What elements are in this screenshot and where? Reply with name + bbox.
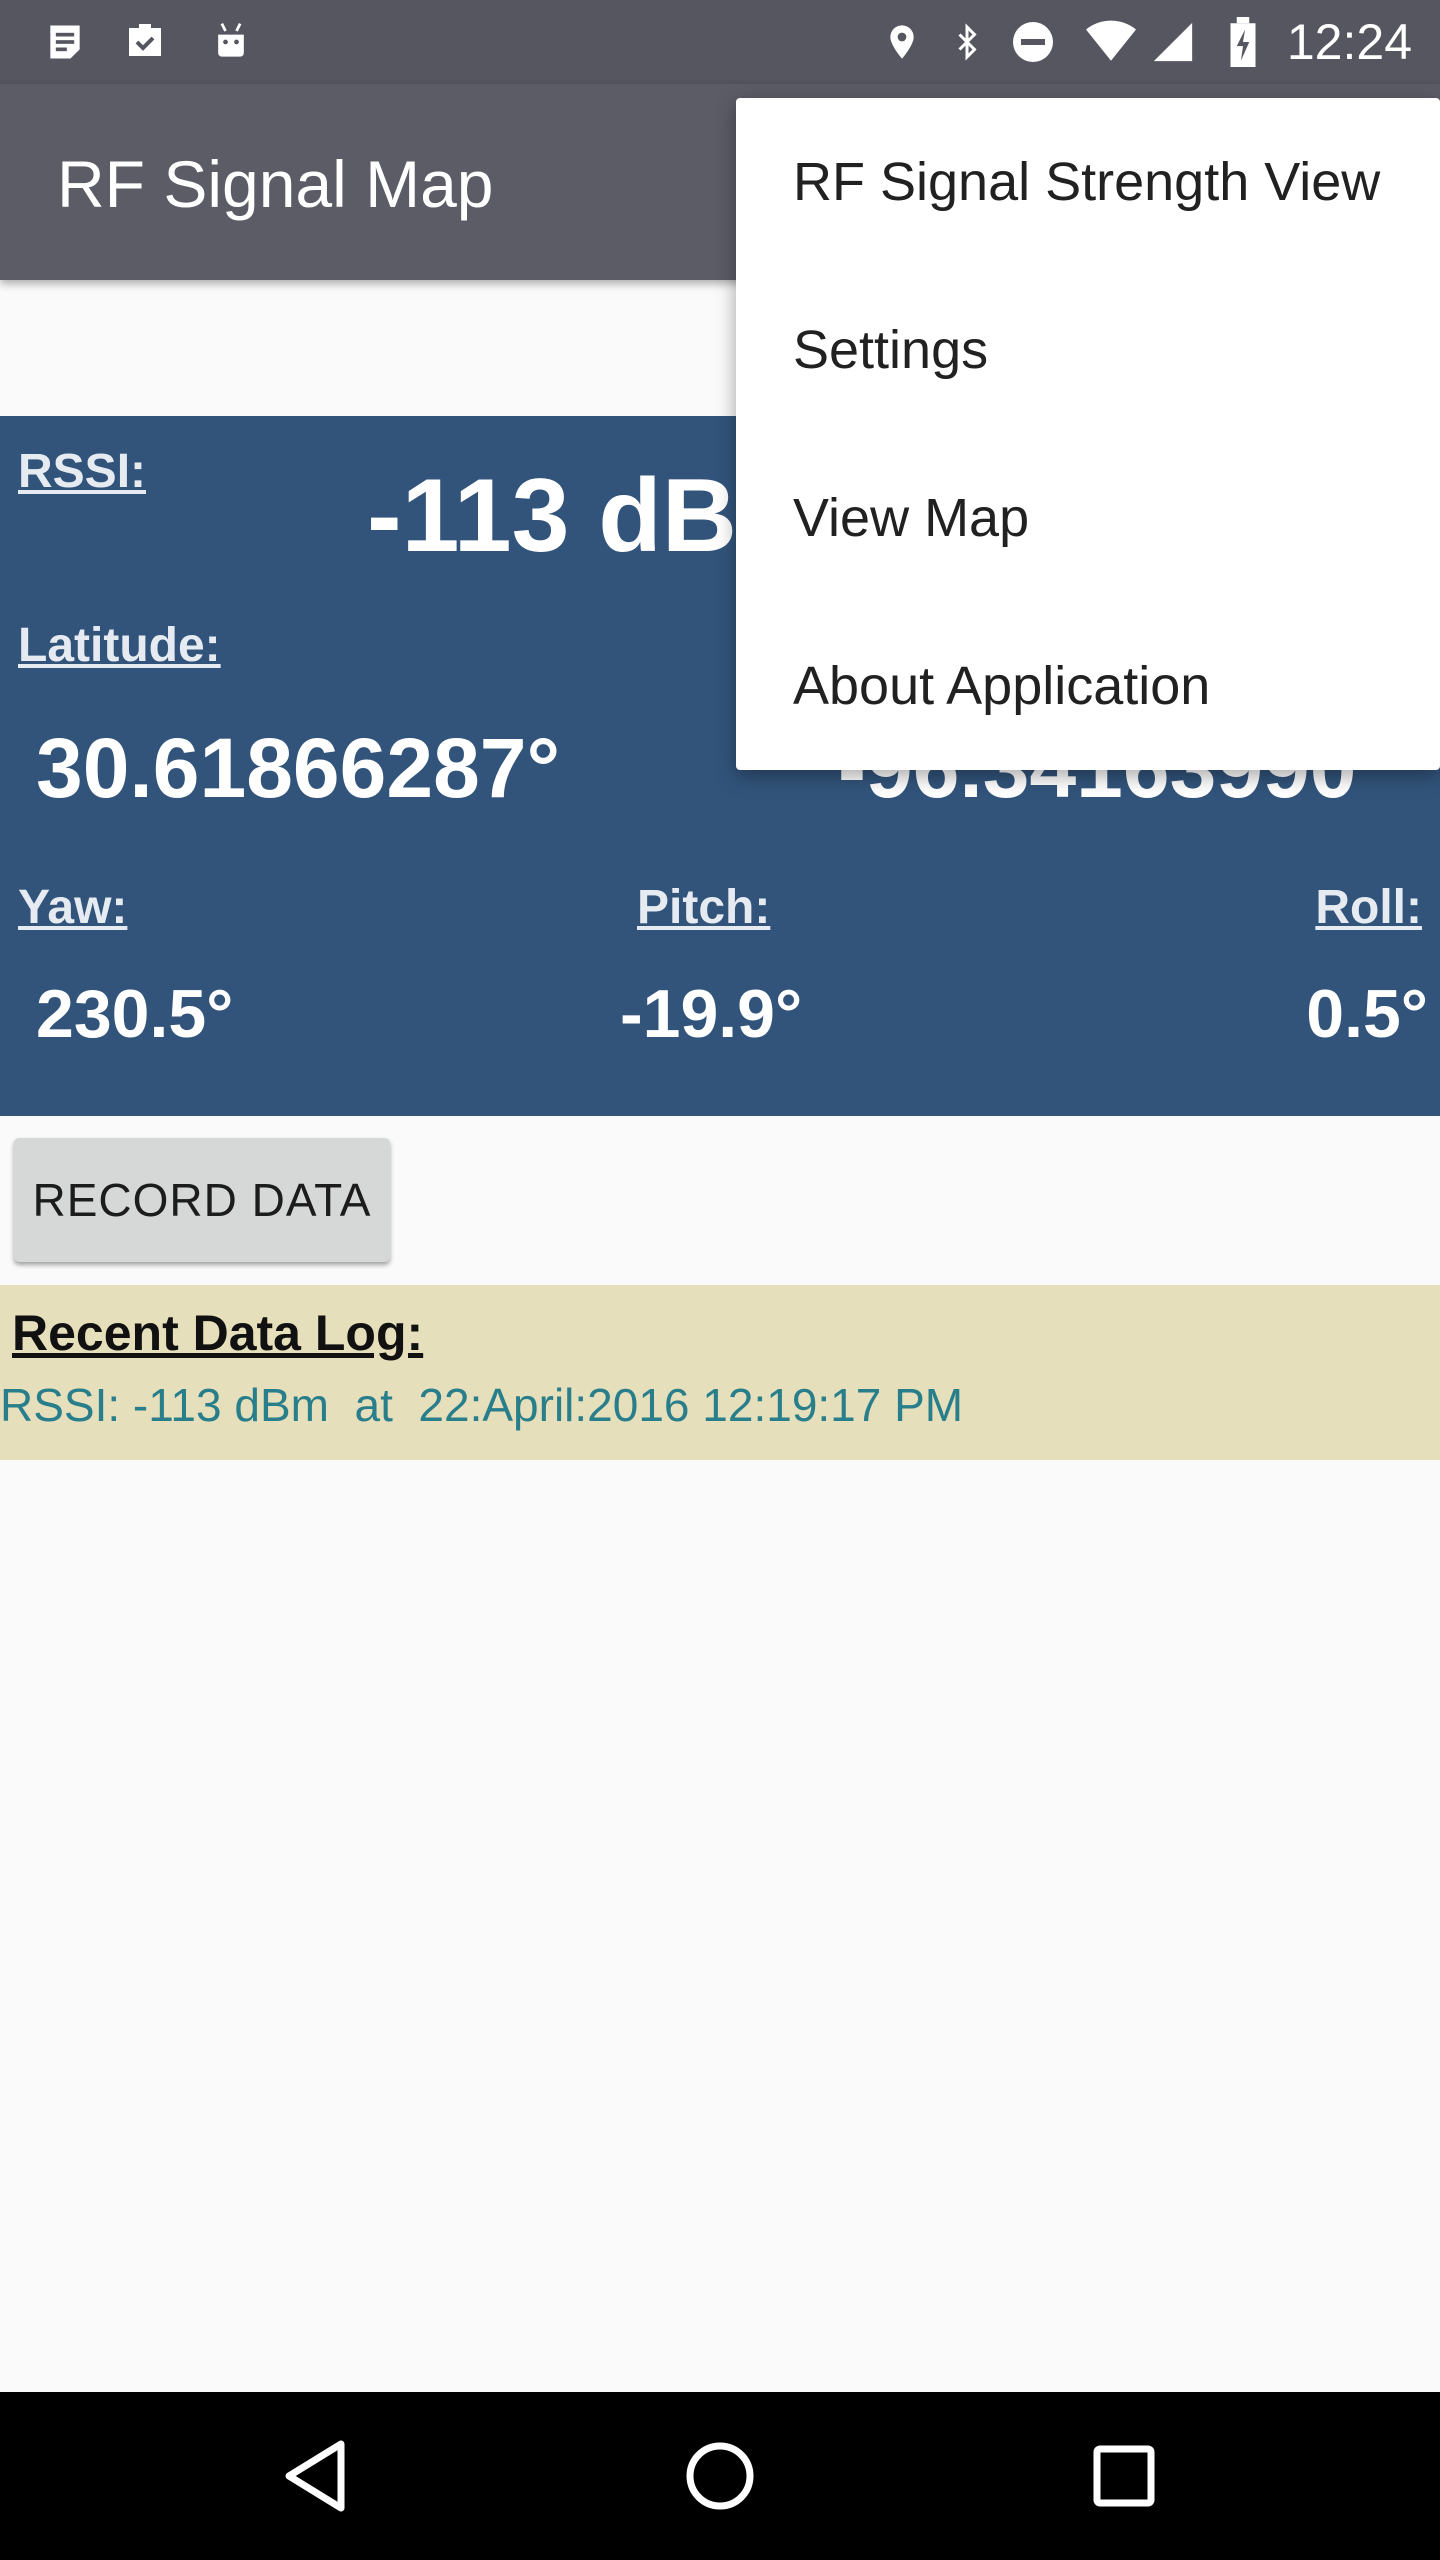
clock: 12:24 [1286, 14, 1412, 70]
yaw-value: 230.5° [36, 976, 234, 1052]
wifi-icon [1086, 17, 1136, 67]
recent-data-log: Recent Data Log: RSSI: -113 dBm at 22:Ap… [0, 1285, 1440, 1460]
log-entry: RSSI: -113 dBm at 22:April:2016 12:19:17… [0, 1379, 964, 1431]
pitch-label: Pitch: [637, 881, 771, 934]
recents-icon[interactable] [1074, 2426, 1174, 2526]
latitude-label: Latitude: [18, 619, 221, 672]
notes-icon [40, 17, 90, 67]
menu-item-settings[interactable]: Settings [736, 266, 1440, 434]
android-icon [206, 17, 256, 67]
app-title: RF Signal Map [57, 147, 494, 221]
cell-signal-icon [1148, 17, 1198, 67]
battery-charging-icon [1218, 17, 1268, 67]
home-icon[interactable] [670, 2426, 770, 2526]
status-bar: 12:24 [0, 0, 1440, 84]
rssi-label: RSSI: [18, 445, 147, 498]
navigation-bar [0, 2392, 1440, 2560]
latitude-value: 30.61866287° [36, 721, 561, 815]
menu-item-view-map[interactable]: View Map [736, 434, 1440, 602]
log-title: Recent Data Log: [12, 1305, 424, 1361]
roll-label: Roll: [1315, 881, 1422, 934]
record-data-button[interactable]: RECORD DATA [14, 1138, 390, 1262]
do-not-disturb-icon [1008, 17, 1058, 67]
yaw-label: Yaw: [18, 881, 128, 934]
back-icon[interactable] [266, 2426, 366, 2526]
briefcase-check-icon [120, 17, 170, 67]
pitch-value: -19.9° [620, 976, 803, 1052]
location-pin-icon [877, 17, 927, 67]
bluetooth-icon [942, 17, 992, 67]
menu-item-rf-signal-strength-view[interactable]: RF Signal Strength View [736, 98, 1440, 266]
overflow-menu: RF Signal Strength View Settings View Ma… [736, 98, 1440, 770]
roll-value: 0.5° [1306, 976, 1428, 1052]
menu-item-about-application[interactable]: About Application [736, 602, 1440, 770]
